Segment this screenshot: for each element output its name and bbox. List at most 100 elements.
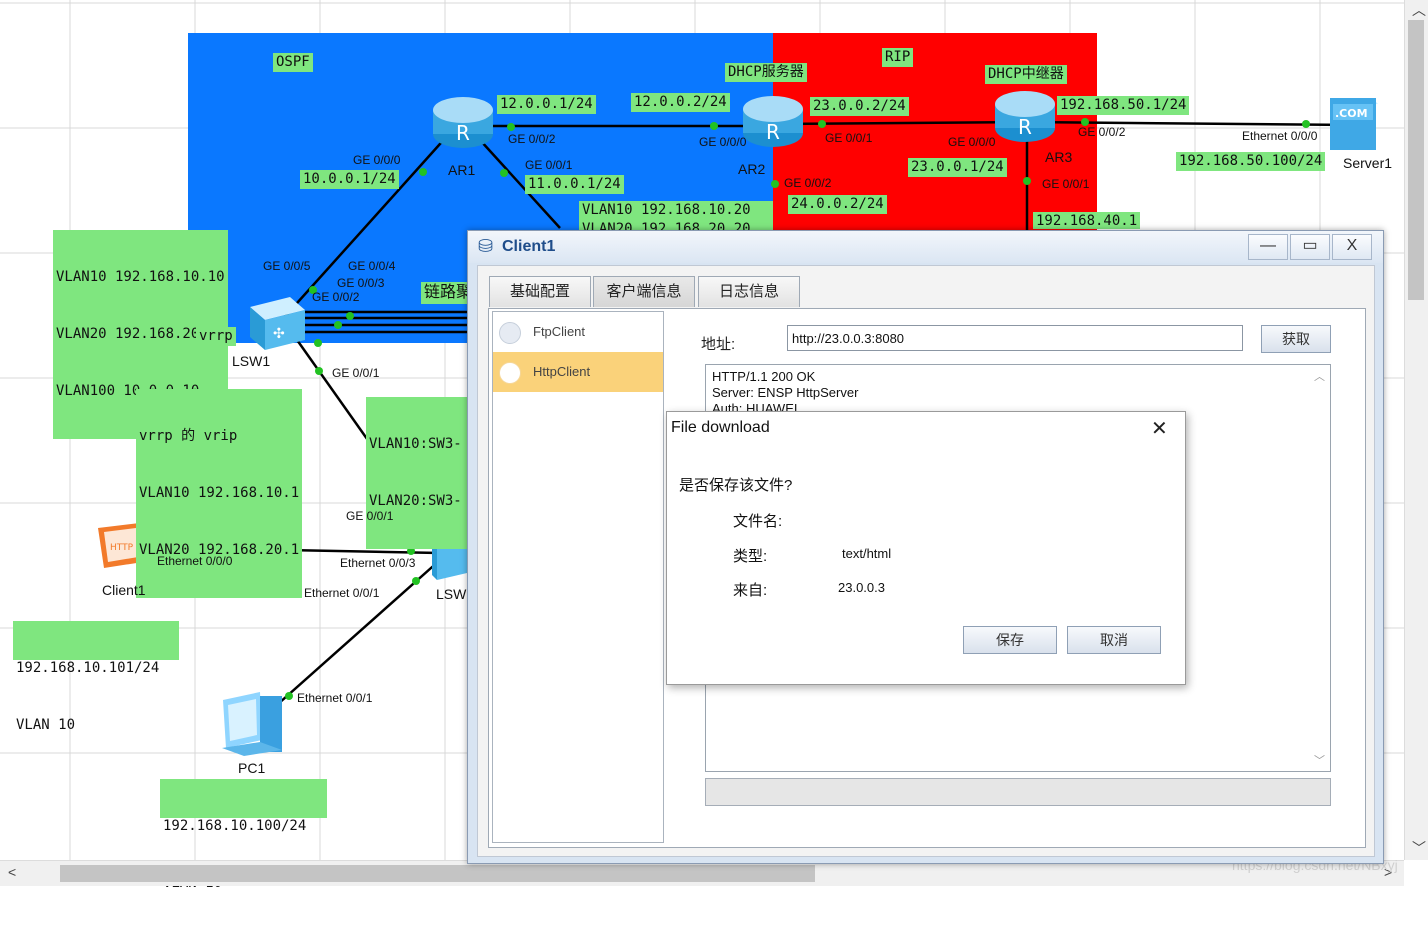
- scroll-left-icon[interactable]: <: [8, 864, 16, 880]
- pc-icon[interactable]: [222, 692, 282, 756]
- filename-label: 文件名:: [733, 513, 783, 530]
- scroll-down-icon[interactable]: ﹀: [1412, 838, 1426, 858]
- response-scroll-down-icon[interactable]: ﹀: [1314, 753, 1325, 769]
- pc1-label: PC1: [238, 760, 266, 776]
- ar2-vlan-label: VLAN10 192.168.10.20 VLAN20 192.168.20.2…: [579, 201, 773, 230]
- status-bar: [705, 778, 1331, 806]
- ar1-label: AR1: [448, 162, 476, 178]
- router-ar3-icon[interactable]: R: [995, 91, 1055, 142]
- tab-basic-config[interactable]: 基础配置: [489, 276, 591, 307]
- list-item-httpclient[interactable]: HttpClient: [493, 352, 663, 392]
- rip-label: RIP: [882, 48, 914, 67]
- lsw1-ge004-label: GE 0/0/4: [348, 259, 396, 273]
- pc1-ip: 192.168.10.100/24: [163, 818, 307, 834]
- client1-title: Client1: [502, 238, 556, 255]
- svg-text:R: R: [456, 121, 470, 145]
- vertical-scroll-thumb[interactable]: [1408, 20, 1424, 300]
- http-client-item-icon: [499, 362, 521, 384]
- save-button[interactable]: 保存: [963, 626, 1057, 654]
- link-aggregation-label: 链路聚: [421, 282, 473, 304]
- from-value: 23.0.0.3: [838, 580, 885, 595]
- ar1-ge001-label: GE 0/0/1: [525, 158, 573, 172]
- ar1-ge002-label: GE 0/0/2: [508, 132, 556, 146]
- ar2-ge002-label: GE 0/0/2: [784, 176, 832, 190]
- cancel-button[interactable]: 取消: [1067, 626, 1161, 654]
- tab-client-info[interactable]: 客户端信息: [593, 276, 695, 307]
- lsw1-label: LSW1: [232, 353, 271, 369]
- lsw1-ge002-label: GE 0/0/2: [312, 290, 360, 304]
- dialog-title: File download: [671, 419, 770, 436]
- save-question: 是否保存该文件?: [679, 477, 793, 494]
- server-eth-label: Ethernet 0/0/0: [1242, 129, 1318, 143]
- client1-ip-label: 192.168.10.101/24 VLAN 10: [13, 621, 179, 733]
- minimize-button[interactable]: —: [1248, 234, 1288, 260]
- horizontal-scroll-thumb[interactable]: [60, 865, 815, 882]
- ar3-ip-50-label: 192.168.50.1/24: [1057, 96, 1190, 115]
- dialog-close-icon[interactable]: ✕: [1151, 416, 1168, 441]
- router-ar1-icon[interactable]: R: [433, 97, 493, 148]
- address-input[interactable]: http://23.0.0.3:8080: [787, 325, 1243, 351]
- response-scroll-up-icon[interactable]: ︿: [1314, 369, 1325, 385]
- router-ar2-icon[interactable]: R: [743, 96, 803, 147]
- from-label: 来自:: [733, 582, 768, 599]
- client-app-icon: ⛁: [478, 236, 494, 256]
- httpclient-label: HttpClient: [533, 364, 591, 379]
- client1-ip: 192.168.10.101/24: [16, 660, 160, 676]
- close-button[interactable]: X: [1332, 234, 1372, 260]
- sw3-label: VLAN10:SW3- VLAN20:SW3-: [366, 397, 467, 549]
- http-badge: HTTP: [110, 543, 134, 553]
- dhcp-relay-label: DHCP中继器: [985, 65, 1067, 84]
- ar3-ge000-label: GE 0/0/0: [948, 135, 996, 149]
- response-line: HTTP/1.1 200 OK: [712, 369, 816, 384]
- response-line: Server: ENSP HttpServer: [712, 385, 859, 400]
- lsw-ge001-label: GE 0/0/1: [346, 509, 394, 523]
- ar3-ip-23-label: 23.0.0.1/24: [908, 158, 1007, 177]
- maximize-button[interactable]: ▭: [1290, 234, 1330, 260]
- svg-text:R: R: [1018, 115, 1032, 139]
- dhcp-server-label: DHCP服务器: [725, 63, 807, 82]
- vrip-vlan10: VLAN10 192.168.10.1: [139, 485, 300, 501]
- type-label: 类型:: [733, 548, 768, 565]
- switch-lsw1-icon[interactable]: ✣: [250, 297, 305, 350]
- ar2-ge000-label: GE 0/0/0: [699, 135, 747, 149]
- server-icon[interactable]: .COM: [1330, 98, 1378, 150]
- ar1-ip-11-label: 11.0.0.1/24: [525, 175, 624, 194]
- lsw1-vlan10: VLAN10 192.168.10.10: [56, 269, 225, 285]
- ospf-label: OSPF: [273, 53, 313, 72]
- ar1-ge000-label: GE 0/0/0: [353, 153, 401, 167]
- ar2-ge001-label: GE 0/0/1: [825, 131, 873, 145]
- client-type-list: FtpClient HttpClient: [492, 311, 664, 843]
- tab-log-info[interactable]: 日志信息: [698, 276, 800, 307]
- svg-text:✣: ✣: [273, 326, 285, 342]
- ar2-ip-23-label: 23.0.0.2/24: [810, 97, 909, 116]
- server-ip-label: 192.168.50.100/24: [1176, 152, 1326, 171]
- ar2-label: AR2: [738, 161, 766, 177]
- vrrp-label: vrrp: [196, 327, 236, 346]
- vertical-scrollbar[interactable]: ︿ ﹀: [1404, 0, 1428, 860]
- client-eth-label: Ethernet 0/0/0: [157, 554, 233, 568]
- type-value: text/html: [842, 546, 892, 561]
- pc1-ip-label: 192.168.10.100/24 VLAN 10: [160, 779, 327, 891]
- ar1-ip-10-label: 10.0.0.1/24: [300, 170, 399, 189]
- file-download-dialog[interactable]: File download ✕ 是否保存该文件? 文件名: 类型: text/h…: [666, 411, 1186, 685]
- ar3-ge001-label: GE 0/0/1: [1042, 177, 1090, 191]
- sw3-vlan10: VLAN10:SW3-: [369, 436, 462, 452]
- ftpclient-label: FtpClient: [533, 324, 586, 339]
- ar1-ip-12-label: 12.0.0.1/24: [497, 95, 596, 114]
- lsw-label: LSW: [436, 586, 467, 602]
- ar2-ip-12-label: 12.0.0.2/24: [631, 93, 730, 112]
- lsw-eth003-label: Ethernet 0/0/3: [340, 556, 416, 570]
- client1-titlebar[interactable]: ⛁ Client1 — ▭ X: [468, 231, 1383, 263]
- pc-eth-label: Ethernet 0/0/1: [297, 691, 373, 705]
- ar2-ip-24-label: 24.0.0.2/24: [788, 195, 887, 214]
- client1-vlan: VLAN 10: [16, 717, 76, 733]
- ar2-vlan20-text: VLAN20 192.168.20.20: [582, 221, 751, 230]
- com-badge: .COM: [1335, 107, 1368, 120]
- scroll-up-icon[interactable]: ︿: [1412, 0, 1426, 20]
- lsw1-ge003-label: GE 0/0/3: [337, 276, 385, 290]
- ftp-client-icon: [499, 322, 521, 344]
- ar2-vlan10-text: VLAN10 192.168.10.20: [582, 202, 751, 218]
- ar3-label: AR3: [1045, 149, 1073, 165]
- list-item-ftpclient[interactable]: FtpClient: [493, 312, 663, 352]
- fetch-button[interactable]: 获取: [1261, 325, 1331, 353]
